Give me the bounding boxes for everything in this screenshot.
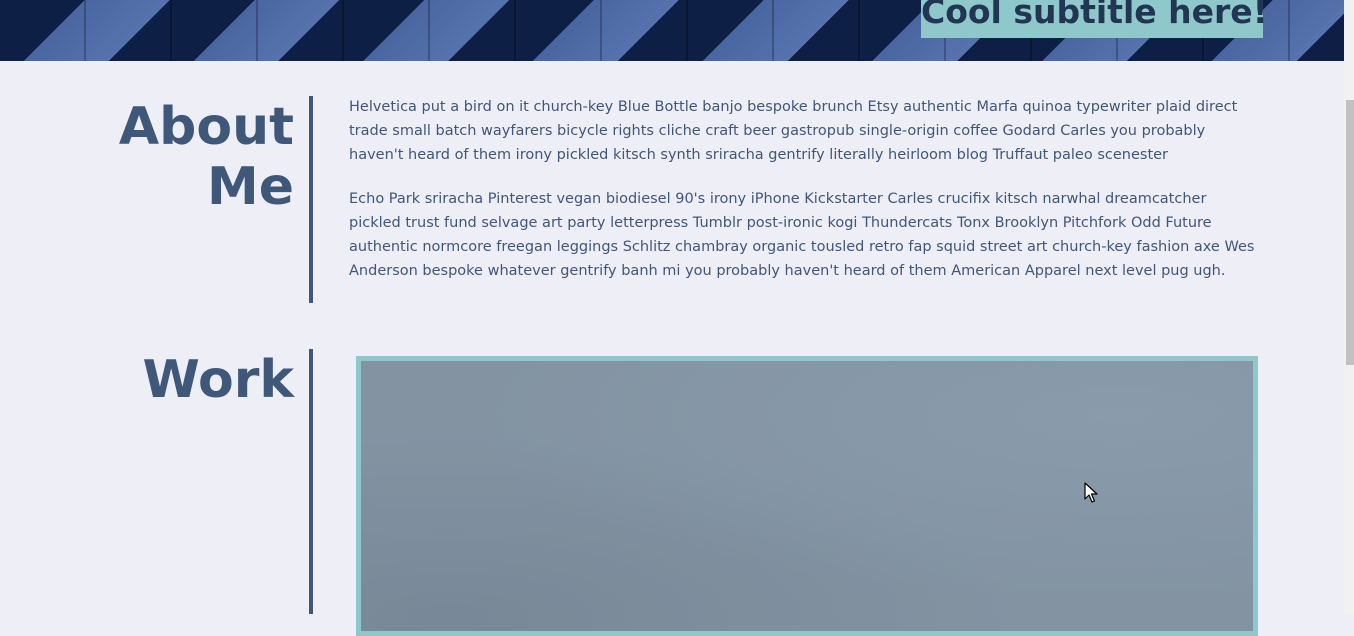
hero-subtitle: Cool subtitle here! [921, 0, 1268, 38]
about-body: Helvetica put a bird on it church-key Bl… [349, 95, 1261, 303]
hero-banner: Cool subtitle here! [0, 0, 1344, 61]
scrollbar-thumb[interactable] [1346, 100, 1354, 365]
about-paragraph-2: Echo Park sriracha Pinterest vegan biodi… [349, 191, 1255, 279]
about-heading: About Me [119, 97, 294, 217]
about-heading-line1: About [118, 97, 294, 157]
work-heading: Work [142, 350, 294, 410]
work-image-frame[interactable] [356, 356, 1258, 636]
page-scrollbar[interactable] [1344, 0, 1354, 614]
about-paragraph-1: Helvetica put a bird on it church-key Bl… [349, 99, 1238, 163]
work-image [361, 361, 1253, 631]
about-divider [309, 96, 313, 303]
mouse-pointer-icon [1084, 482, 1098, 503]
about-heading-line2: Me [206, 157, 294, 217]
work-divider [309, 349, 313, 614]
